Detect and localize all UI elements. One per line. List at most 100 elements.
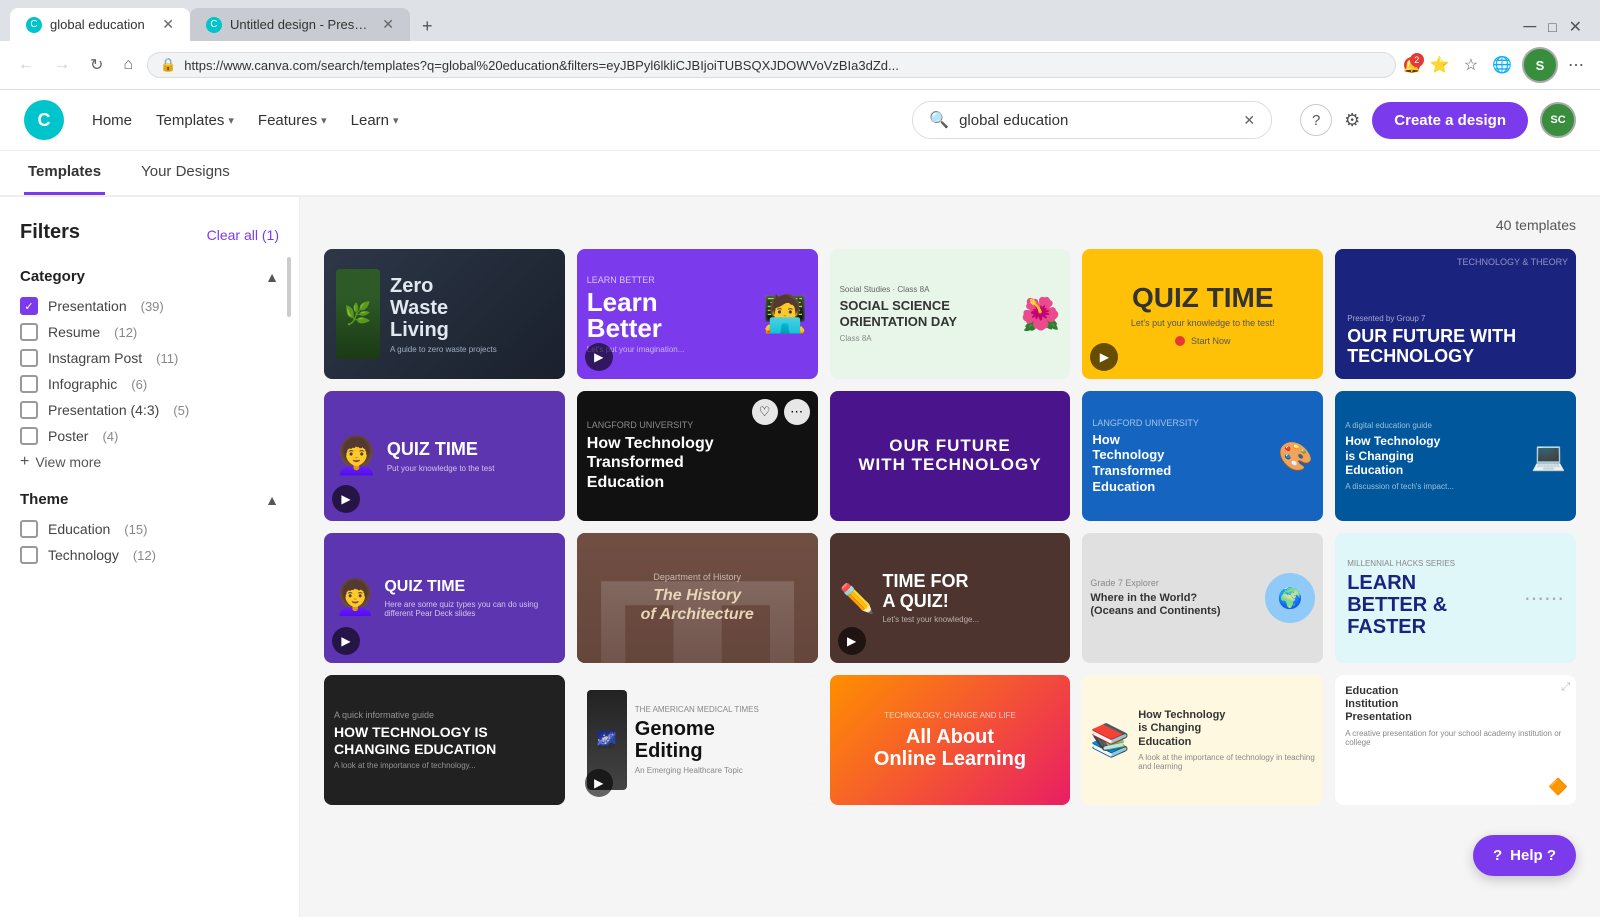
home-button[interactable]: ⌂	[117, 52, 139, 78]
filter-item-presentation[interactable]: ✓ Presentation (39)	[20, 297, 279, 315]
notification-badge[interactable]: 🔔 2	[1404, 57, 1420, 73]
more-options-icon[interactable]: ⋯	[529, 257, 557, 285]
search-bar[interactable]: 🔍 ✕	[912, 101, 1272, 139]
template-card-how-tech-dark[interactable]: LANGFORD UNIVERSITY How TechnologyTransf…	[577, 391, 818, 521]
filter-item-technology[interactable]: Technology (12)	[20, 546, 279, 564]
template-card-social-science[interactable]: Social Studies · Class 8A SOCIAL SCIENCE…	[830, 249, 1071, 379]
filter-item-resume[interactable]: Resume (12)	[20, 323, 279, 341]
heart-icon[interactable]: ♡	[748, 257, 776, 285]
template-card-edu-inst[interactable]: EducationInstitutionPresentation A creat…	[1335, 675, 1576, 805]
clear-all-button[interactable]: Clear all (1)	[207, 227, 279, 243]
more-options-icon[interactable]: ⋯	[782, 683, 810, 711]
create-design-button[interactable]: Create a design	[1372, 102, 1528, 139]
address-bar[interactable]: 🔒	[147, 52, 1396, 78]
new-tab-button[interactable]: +	[414, 12, 441, 41]
template-card-time-quiz[interactable]: ✏️ TIME FORA QUIZ! Let's test your knowl…	[830, 533, 1071, 663]
more-options-icon[interactable]: ⋯	[1540, 257, 1568, 285]
tab-untitled-design[interactable]: C Untitled design - Presentation (1 ✕	[190, 8, 410, 41]
heart-icon[interactable]: ♡	[1253, 257, 1281, 285]
more-options-icon[interactable]: ⋯	[1287, 399, 1315, 427]
settings-button[interactable]: ⚙	[1344, 110, 1360, 131]
more-options-icon[interactable]: ⋯	[1540, 683, 1568, 711]
clear-search-icon[interactable]: ✕	[1243, 112, 1255, 129]
heart-icon[interactable]: ♡	[495, 257, 523, 285]
filter-item-poster[interactable]: Poster (4)	[20, 427, 279, 445]
heart-icon[interactable]: ♡	[495, 683, 523, 711]
heart-icon[interactable]: ♡	[1000, 683, 1028, 711]
more-options-icon[interactable]: ⋯	[1034, 399, 1062, 427]
template-card-quiz-purple[interactable]: 👩‍🦱 QUIZ TIME Put your knowledge to the …	[324, 391, 565, 521]
heart-icon[interactable]: ♡	[1253, 399, 1281, 427]
more-options-icon[interactable]: ⋯	[1287, 541, 1315, 569]
filter-item-education[interactable]: Education (15)	[20, 520, 279, 538]
theme-collapse-icon[interactable]: ▲	[265, 492, 279, 508]
sub-nav-templates[interactable]: Templates	[24, 151, 105, 195]
nav-home[interactable]: Home	[92, 112, 132, 129]
help-button[interactable]: ?	[1300, 104, 1332, 136]
checkbox-technology[interactable]	[20, 546, 38, 564]
sub-nav-your-designs[interactable]: Your Designs	[137, 151, 234, 195]
reload-button[interactable]: ↻	[84, 51, 109, 79]
heart-icon[interactable]: ♡	[495, 541, 523, 569]
more-options-icon[interactable]: ⋯	[529, 399, 557, 427]
checkbox-presentation-43[interactable]	[20, 401, 38, 419]
heart-icon[interactable]: ♡	[1506, 399, 1534, 427]
more-options-icon[interactable]: ⋯	[1034, 683, 1062, 711]
template-card-how-tech-transformed[interactable]: LANGFORD UNIVERSITY HowTechnologyTransfo…	[1082, 391, 1323, 521]
tab-close-2[interactable]: ✕	[382, 16, 394, 33]
filter-item-instagram[interactable]: Instagram Post (11)	[20, 349, 279, 367]
canva-logo[interactable]: C	[24, 100, 64, 140]
maximize-button[interactable]: □	[1542, 15, 1562, 39]
browser-profile-avatar[interactable]: S	[1522, 47, 1558, 83]
template-card-how-tech-stu[interactable]: 📚 How Technologyis ChangingEducation A l…	[1082, 675, 1323, 805]
template-card-how-tech-changing[interactable]: A digital education guide How Technology…	[1335, 391, 1576, 521]
user-avatar[interactable]: SC	[1540, 102, 1576, 138]
category-collapse-icon[interactable]: ▲	[265, 269, 279, 285]
heart-icon[interactable]: ♡	[1506, 257, 1534, 285]
checkbox-resume[interactable]	[20, 323, 38, 341]
heart-icon[interactable]: ♡	[1253, 683, 1281, 711]
heart-icon[interactable]: ♡	[748, 541, 776, 569]
more-options-icon[interactable]: ⋯	[1540, 399, 1568, 427]
tab-close-1[interactable]: ✕	[162, 16, 174, 33]
more-options-icon[interactable]: ⋯	[1034, 257, 1062, 285]
checkbox-education[interactable]	[20, 520, 38, 538]
checkbox-instagram[interactable]	[20, 349, 38, 367]
template-card-world[interactable]: Grade 7 Explorer Where in the World?(Oce…	[1082, 533, 1323, 663]
checkbox-presentation[interactable]: ✓	[20, 297, 38, 315]
filter-item-infographic[interactable]: Infographic (6)	[20, 375, 279, 393]
template-card-quiz-yellow[interactable]: QUIZ TIME Let's put your knowledge to th…	[1082, 249, 1323, 379]
template-card-quiz-purple2[interactable]: 👩‍🦱 QUIZ TIME Here are some quiz types y…	[324, 533, 565, 663]
browser-account-button[interactable]: 🌐	[1488, 51, 1516, 79]
back-button[interactable]: ←	[12, 52, 40, 78]
minimize-button[interactable]: ─	[1517, 12, 1542, 41]
browser-menu-button[interactable]: ⋯	[1564, 51, 1588, 79]
more-options-icon[interactable]: ⋯	[529, 541, 557, 569]
more-options-icon[interactable]: ⋯	[782, 257, 810, 285]
template-card-genome[interactable]: 🌌 THE AMERICAN MEDICAL TIMES GenomeEditi…	[577, 675, 818, 805]
close-window-button[interactable]: ✕	[1563, 13, 1588, 41]
more-options-icon[interactable]: ⋯	[1034, 541, 1062, 569]
favorites-button[interactable]: ☆	[1460, 51, 1482, 79]
template-card-zero-waste[interactable]: 🌿 ZeroWasteLiving A guide to zero waste …	[324, 249, 565, 379]
checkbox-poster[interactable]	[20, 427, 38, 445]
heart-icon[interactable]: ♡	[1000, 541, 1028, 569]
nav-features[interactable]: Features ▾	[258, 112, 327, 129]
more-options-icon[interactable]: ⋯	[1287, 683, 1315, 711]
heart-icon[interactable]: ♡	[1506, 541, 1534, 569]
nav-templates[interactable]: Templates ▾	[156, 112, 234, 129]
help-bubble[interactable]: ? Help ?	[1473, 835, 1576, 876]
address-input[interactable]	[184, 58, 1383, 73]
extensions-button[interactable]: ⭐	[1426, 51, 1454, 79]
heart-icon[interactable]: ♡	[495, 399, 523, 427]
template-card-learn-better[interactable]: LEARN BETTER LearnBetter Let's put your …	[577, 249, 818, 379]
template-card-architecture[interactable]: Department of History The Historyof Arch…	[577, 533, 818, 663]
heart-icon[interactable]: ♡	[1000, 257, 1028, 285]
checkbox-infographic[interactable]	[20, 375, 38, 393]
heart-icon[interactable]: ♡	[1506, 683, 1534, 711]
more-options-icon[interactable]: ⋯	[1540, 541, 1568, 569]
heart-icon[interactable]: ♡	[1000, 399, 1028, 427]
nav-learn[interactable]: Learn ▾	[351, 112, 399, 129]
view-more-button[interactable]: + View more	[20, 453, 279, 471]
search-input[interactable]	[959, 112, 1233, 129]
